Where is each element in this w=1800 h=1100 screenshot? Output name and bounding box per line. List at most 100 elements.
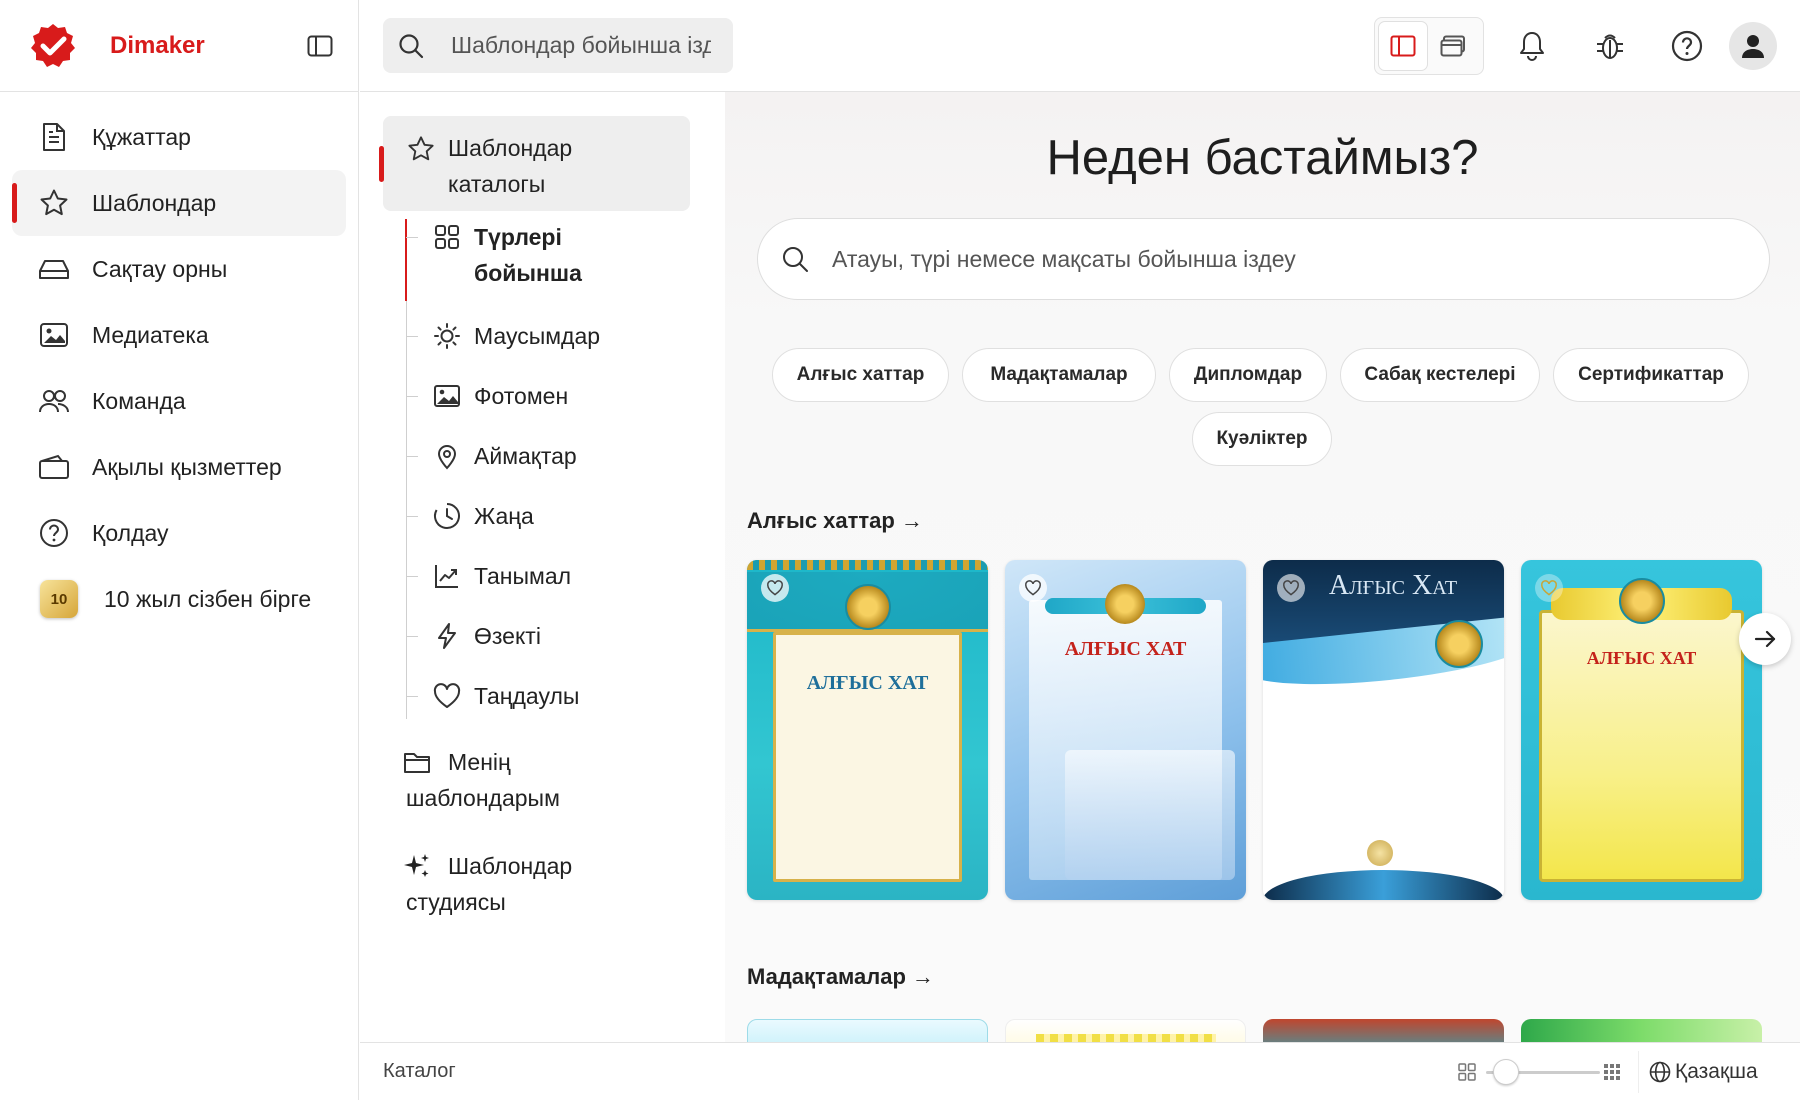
grid-icon bbox=[435, 225, 459, 249]
tree-item-regions[interactable]: Аймақтар bbox=[406, 438, 577, 474]
my-templates-item[interactable]: Менің шаблондарым bbox=[404, 744, 626, 816]
tree-item-label: Өзекті bbox=[474, 623, 541, 649]
tree-item-new[interactable]: Жаңа bbox=[406, 498, 534, 534]
sidebar-toggle-icon[interactable] bbox=[305, 31, 335, 61]
bug-report-icon[interactable] bbox=[1586, 22, 1634, 70]
window-view-button[interactable] bbox=[1428, 21, 1478, 71]
template-card[interactable] bbox=[1005, 1019, 1246, 1042]
card-title: АЛҒЫС ХАТ bbox=[1586, 648, 1697, 668]
favorite-heart-icon[interactable] bbox=[1535, 574, 1563, 602]
section-title-commendations[interactable]: Мадақтамалар → bbox=[747, 964, 934, 990]
arrow-right-icon bbox=[1754, 630, 1776, 648]
global-search-box[interactable] bbox=[383, 18, 733, 73]
sidebar-item-team[interactable]: Команда bbox=[12, 368, 346, 434]
favorite-heart-icon[interactable] bbox=[1277, 574, 1305, 602]
main-content: Неден бастаймыз? Алғыс хаттар Мадақтамал… bbox=[725, 92, 1800, 1042]
sidebar-item-label: Шаблондар bbox=[92, 189, 217, 216]
grid-small-icon bbox=[1458, 1063, 1476, 1081]
template-card[interactable]: АЛҒЫС ХАТ bbox=[1521, 560, 1762, 900]
catalog-root-label: Шаблондар каталогы bbox=[448, 135, 573, 197]
card-title: АЛҒЫС ХАТ bbox=[806, 672, 929, 694]
catalog-root-item[interactable]: Шаблондар каталогы bbox=[379, 116, 690, 211]
sidebar-item-anniversary[interactable]: 10 10 жыл сізбен бірге bbox=[12, 566, 346, 632]
sidebar-view-button[interactable] bbox=[1378, 21, 1428, 71]
document-icon bbox=[38, 121, 70, 153]
sidebar-item-storage[interactable]: Сақтау орны bbox=[12, 236, 346, 302]
notifications-bell-icon[interactable] bbox=[1508, 22, 1556, 70]
section-title-label: Алғыс хаттар bbox=[747, 508, 895, 533]
my-templates-label: Менің шаблондарым bbox=[406, 749, 560, 811]
window-layout-icon bbox=[1440, 35, 1465, 57]
tree-item-popular[interactable]: Танымал bbox=[406, 558, 571, 594]
grid-dense-icon bbox=[1604, 1064, 1620, 1080]
sidebar-item-label: Құжаттар bbox=[92, 123, 191, 150]
location-pin-icon bbox=[437, 445, 457, 470]
chip-gratitude-letters[interactable]: Алғыс хаттар bbox=[772, 348, 949, 402]
favorite-heart-icon[interactable] bbox=[1019, 574, 1047, 602]
clock-icon bbox=[434, 503, 460, 529]
language-label: Қазақша bbox=[1675, 1060, 1758, 1083]
template-card[interactable] bbox=[1521, 1019, 1762, 1042]
sidebar-item-paid-services[interactable]: Ақылы қызметтер bbox=[12, 434, 346, 500]
chip-certificates[interactable]: Сертификаттар bbox=[1553, 348, 1749, 402]
help-icon[interactable] bbox=[1663, 22, 1711, 70]
template-search-input[interactable] bbox=[832, 245, 1712, 273]
tree-item-label: Маусымдар bbox=[474, 323, 601, 349]
chip-commendations[interactable]: Мадақтамалар bbox=[962, 348, 1156, 402]
template-card[interactable] bbox=[1263, 1019, 1504, 1042]
tree-item-label: Таңдаулы bbox=[474, 683, 580, 709]
template-search-box[interactable] bbox=[757, 218, 1770, 300]
chip-diplomas[interactable]: Дипломдар bbox=[1169, 348, 1327, 402]
search-icon bbox=[783, 247, 808, 272]
template-card[interactable] bbox=[747, 1019, 988, 1042]
card-title: Алғыс Хат bbox=[1328, 570, 1458, 601]
tree-item-with-photo[interactable]: Фотомен bbox=[406, 378, 568, 414]
sidebar-item-documents[interactable]: Құжаттар bbox=[12, 104, 346, 170]
user-icon bbox=[1742, 35, 1764, 58]
tree-item-relevant[interactable]: Өзекті bbox=[406, 618, 541, 654]
sidebar-item-media-library[interactable]: Медиатека bbox=[12, 302, 346, 368]
search-icon bbox=[399, 33, 424, 58]
logo-check-icon[interactable] bbox=[28, 21, 78, 71]
sidebar-layout-icon bbox=[1390, 35, 1416, 57]
card-title: АЛҒЫС ХАТ bbox=[1064, 638, 1187, 660]
user-avatar[interactable] bbox=[1729, 22, 1777, 70]
chip-lesson-schedules[interactable]: Сабақ кестелері bbox=[1340, 348, 1540, 402]
tree-item-favorites[interactable]: Таңдаулы bbox=[406, 678, 579, 714]
favorite-heart-icon[interactable] bbox=[761, 574, 789, 602]
tree-item-label: Түрлері бойынша bbox=[474, 224, 582, 286]
language-selector[interactable]: Қазақша bbox=[1638, 1051, 1778, 1093]
emblem-watermark-icon bbox=[1367, 840, 1393, 866]
emblem-icon bbox=[1619, 578, 1665, 624]
sidebar: Dimaker Құжаттар Шаблондар Сақтау орны М… bbox=[0, 0, 359, 1100]
app-name[interactable]: Dimaker bbox=[110, 32, 205, 60]
globe-icon bbox=[1649, 1061, 1671, 1083]
wallet-icon bbox=[38, 451, 70, 483]
trending-chart-icon bbox=[435, 565, 458, 588]
sun-icon bbox=[434, 323, 460, 349]
image-icon bbox=[434, 385, 460, 407]
section-title-gratitude[interactable]: Алғыс хаттар → bbox=[747, 508, 923, 534]
tree-item-label: Аймақтар bbox=[474, 443, 577, 469]
sidebar-item-label: Ақылы қызметтер bbox=[92, 453, 282, 480]
carousel-next-button[interactable] bbox=[1739, 613, 1791, 665]
slider-handle[interactable] bbox=[1493, 1059, 1519, 1085]
template-card[interactable]: АЛҒЫС ХАТ bbox=[747, 560, 988, 900]
top-header bbox=[360, 0, 1800, 92]
tree-item-seasons[interactable]: Маусымдар bbox=[406, 318, 600, 354]
star-icon bbox=[38, 187, 70, 219]
sidebar-item-support[interactable]: Қолдау bbox=[12, 500, 346, 566]
tree-item-label: Танымал bbox=[474, 563, 572, 589]
chip-ids[interactable]: Куәліктер bbox=[1192, 412, 1332, 466]
emblem-icon bbox=[1435, 620, 1483, 668]
card-size-slider[interactable] bbox=[1458, 1059, 1620, 1085]
sidebar-item-templates[interactable]: Шаблондар bbox=[12, 170, 346, 236]
template-card[interactable]: Алғыс Хат bbox=[1263, 560, 1504, 900]
status-bar: Каталог Қазақша bbox=[360, 1042, 1800, 1100]
template-card[interactable]: АЛҒЫС ХАТ bbox=[1005, 560, 1246, 900]
arrow-right-icon: → bbox=[900, 508, 923, 533]
templates-studio-item[interactable]: Шаблондар студиясы bbox=[404, 848, 626, 920]
logo-bar: Dimaker bbox=[0, 0, 358, 92]
global-search-input[interactable] bbox=[451, 32, 711, 59]
tree-item-by-type[interactable]: Түрлері бойынша bbox=[406, 219, 634, 291]
